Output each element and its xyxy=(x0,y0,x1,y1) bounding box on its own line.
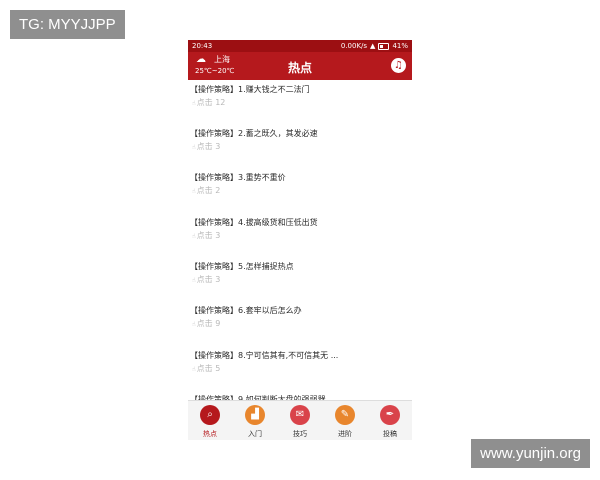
click-count: 点击 3 xyxy=(196,275,221,284)
hand-icon: ☝ xyxy=(192,188,196,195)
list-item[interactable]: 【操作策略】1.赚大钱之不二法门 ☝点击 12 xyxy=(188,80,412,120)
tab-advanced[interactable]: ✎ 进阶 xyxy=(323,401,367,440)
phone-screen: 20:43 0.00K/s ▲ 41% ☁ 上海 25℃~20℃ 热点 ♫ 【操… xyxy=(188,40,412,440)
tab-hot[interactable]: ⌕ 热点 xyxy=(188,401,232,440)
tab-label: 热点 xyxy=(203,430,217,438)
network-speed: 0.00K/s xyxy=(340,42,368,50)
article-title: 【操作策略】2.蓄之既久，其发必速 xyxy=(190,129,318,138)
list-item[interactable]: 【操作策略】8.宁可信其有,不可信其无 ... ☝点击 5 xyxy=(188,346,412,386)
status-time: 20:43 xyxy=(192,42,213,50)
tab-skills[interactable]: ✉ 技巧 xyxy=(278,401,322,440)
tab-beginner[interactable]: ▟ 入门 xyxy=(233,401,277,440)
hand-icon: ☝ xyxy=(192,321,196,328)
click-count: 点击 9 xyxy=(196,319,221,328)
article-clicks: ☝点击 9 xyxy=(192,318,220,329)
tab-label: 入门 xyxy=(248,430,262,438)
hand-icon: ☝ xyxy=(192,233,196,240)
bar-chart-icon: ▟ xyxy=(245,405,265,425)
article-title: 【操作策略】5.怎样捕捉热点 xyxy=(190,262,294,271)
list-item[interactable]: 【操作策略】5.怎样捕捉热点 ☝点击 3 xyxy=(188,257,412,297)
music-note-icon[interactable]: ♫ xyxy=(391,58,406,73)
status-bar: 20:43 0.00K/s ▲ 41% xyxy=(188,40,412,52)
article-clicks: ☝点击 3 xyxy=(192,230,220,241)
watermark-bottom-right: www.yunjin.org xyxy=(471,439,590,468)
watermark-top-left: TG: MYYJJPP xyxy=(10,10,125,39)
signal-icon: ▲ xyxy=(370,42,376,50)
battery-icon xyxy=(378,42,390,50)
article-title: 【操作策略】4.拔高级货和压低出货 xyxy=(190,218,318,227)
tab-label: 投稿 xyxy=(383,430,397,438)
hand-icon: ☝ xyxy=(192,366,196,373)
click-count: 点击 3 xyxy=(196,231,221,240)
article-title: 【操作策略】1.赚大钱之不二法门 xyxy=(190,85,310,94)
article-clicks: ☝点击 3 xyxy=(192,274,220,285)
click-count: 点击 5 xyxy=(196,364,221,373)
status-right: 0.00K/s ▲ 41% xyxy=(341,40,408,52)
click-count: 点击 2 xyxy=(196,186,221,195)
magnifier-icon: ⌕ xyxy=(200,405,220,425)
quill-icon: ✒ xyxy=(380,405,400,425)
hand-icon: ☝ xyxy=(192,277,196,284)
click-count: 点击 12 xyxy=(196,98,226,107)
hand-icon: ☝ xyxy=(192,144,196,151)
list-item[interactable]: 【操作策略】6.套牢以后怎么办 ☝点击 9 xyxy=(188,301,412,341)
article-title: 【操作策略】8.宁可信其有,不可信其无 ... xyxy=(190,351,339,360)
chat-icon: ✉ xyxy=(290,405,310,425)
battery-level: 41% xyxy=(392,42,408,50)
article-clicks: ☝点击 3 xyxy=(192,141,220,152)
article-clicks: ☝点击 2 xyxy=(192,185,220,196)
article-title: 【操作策略】6.套牢以后怎么办 xyxy=(190,306,302,315)
article-clicks: ☝点击 5 xyxy=(192,363,220,374)
article-title: 【操作策略】3.重势不重价 xyxy=(190,173,286,182)
app-header: ☁ 上海 25℃~20℃ 热点 ♫ xyxy=(188,52,412,80)
click-count: 点击 3 xyxy=(196,142,221,151)
tab-label: 进阶 xyxy=(338,430,352,438)
list-item[interactable]: 【操作策略】2.蓄之既久，其发必速 ☝点击 3 xyxy=(188,124,412,164)
pencil-icon: ✎ xyxy=(335,405,355,425)
article-clicks: ☝点击 12 xyxy=(192,97,225,108)
bottom-tab-bar: ⌕ 热点 ▟ 入门 ✉ 技巧 ✎ 进阶 ✒ 投稿 xyxy=(188,400,412,440)
hand-icon: ☝ xyxy=(192,100,196,107)
page-title: 热点 xyxy=(287,61,312,75)
tab-submit[interactable]: ✒ 投稿 xyxy=(368,401,412,440)
tab-label: 技巧 xyxy=(293,430,307,438)
list-item[interactable]: 【操作策略】4.拔高级货和压低出货 ☝点击 3 xyxy=(188,213,412,253)
list-item[interactable]: 【操作策略】3.重势不重价 ☝点击 2 xyxy=(188,168,412,208)
